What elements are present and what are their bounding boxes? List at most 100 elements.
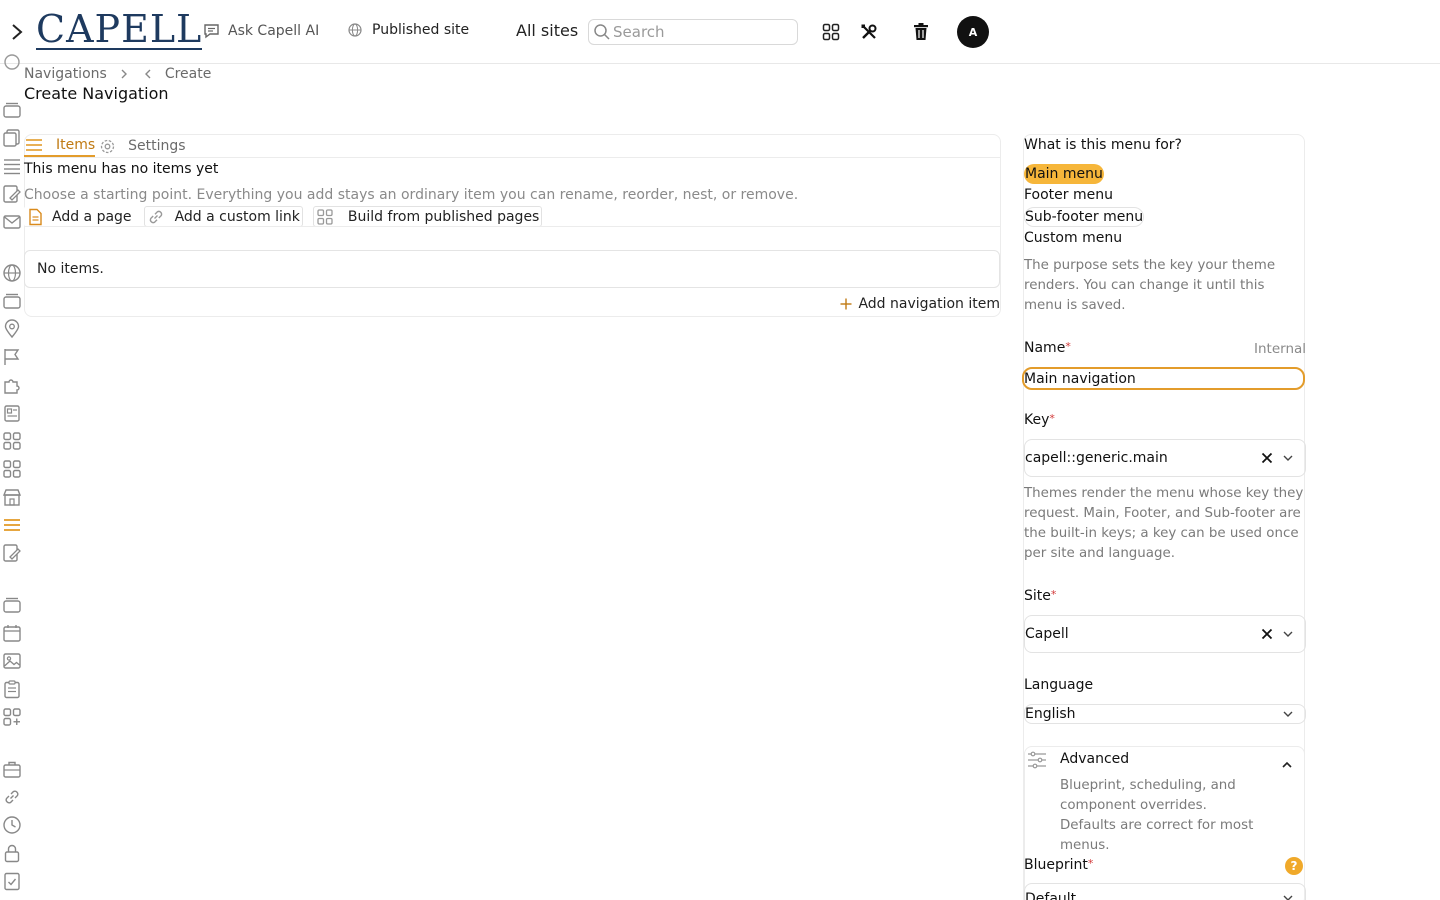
language-label: Language bbox=[1024, 677, 1094, 693]
globe-icon bbox=[348, 23, 362, 37]
delete-button[interactable] bbox=[912, 22, 930, 41]
plus-icon bbox=[840, 298, 852, 310]
storefront-icon[interactable] bbox=[2, 487, 22, 507]
apps-button[interactable] bbox=[822, 23, 840, 41]
chevron-down-icon[interactable] bbox=[1281, 451, 1295, 465]
location-pin-icon[interactable] bbox=[2, 319, 22, 339]
name-hint: Internal bbox=[1254, 341, 1307, 357]
clear-icon[interactable] bbox=[1261, 628, 1273, 640]
ask-ai-button[interactable]: Ask Capell AI bbox=[203, 22, 319, 39]
purpose-option-footer[interactable]: Footer menu bbox=[1024, 185, 1113, 205]
blueprint-label-text: Blueprint bbox=[1024, 857, 1088, 873]
menu-lines-icon[interactable] bbox=[2, 515, 22, 535]
site-select-value: Capell bbox=[1025, 626, 1069, 642]
grid-icon[interactable] bbox=[2, 431, 22, 451]
flag-icon[interactable] bbox=[2, 347, 22, 367]
items-list-empty: No items. bbox=[24, 250, 1000, 288]
key-select-controls bbox=[1261, 451, 1295, 465]
key-select[interactable]: capell::generic.main bbox=[1024, 439, 1306, 477]
advanced-title[interactable]: Advanced bbox=[1060, 751, 1129, 767]
brand-logo-text: CAPELL bbox=[36, 6, 203, 51]
link-icon[interactable] bbox=[2, 787, 22, 807]
menu-lines-icon bbox=[26, 139, 42, 151]
stack-icon[interactable] bbox=[2, 291, 22, 311]
site-select[interactable]: Capell bbox=[1024, 615, 1306, 653]
trash-icon bbox=[914, 23, 928, 40]
grid-plus-icon[interactable] bbox=[2, 707, 22, 727]
advanced-description-2: Defaults are correct for most menus. bbox=[1060, 818, 1254, 853]
chevron-right-icon bbox=[12, 24, 23, 40]
sidebar-rail bbox=[0, 54, 24, 900]
starter-actions: Add a page Add a custom link Build from … bbox=[24, 206, 543, 227]
blueprint-required-mark: * bbox=[1087, 857, 1094, 870]
chevron-up-icon[interactable] bbox=[1280, 758, 1294, 772]
key-required-mark: * bbox=[1049, 412, 1055, 425]
checklist-icon[interactable] bbox=[2, 871, 22, 891]
purpose-option-main-label: Main menu bbox=[1025, 166, 1103, 182]
search-input[interactable] bbox=[613, 23, 793, 41]
clipboard-icon[interactable] bbox=[2, 679, 22, 699]
build-from-pages-label: Build from published pages bbox=[347, 208, 540, 225]
image-icon[interactable] bbox=[2, 651, 22, 671]
circle-icon[interactable] bbox=[2, 52, 22, 72]
help-icon[interactable]: ? bbox=[1285, 857, 1303, 875]
purpose-option-subfooter-label: Sub-footer menu bbox=[1025, 209, 1144, 225]
blueprint-select[interactable]: Default bbox=[1024, 883, 1306, 900]
breadcrumb-navigations[interactable]: Navigations bbox=[24, 66, 107, 82]
grid-icon bbox=[317, 208, 333, 225]
link-icon bbox=[149, 210, 162, 223]
purpose-option-subfooter[interactable]: Sub-footer menu bbox=[1024, 207, 1145, 227]
grid-icon[interactable] bbox=[2, 459, 22, 479]
pages-icon[interactable] bbox=[2, 128, 22, 148]
name-input[interactable] bbox=[1024, 370, 1294, 387]
name-field[interactable] bbox=[1022, 367, 1305, 390]
purpose-option-custom[interactable]: Custom menu bbox=[1024, 228, 1122, 248]
clear-icon[interactable] bbox=[1261, 452, 1273, 464]
mail-icon[interactable] bbox=[2, 212, 22, 232]
calendar-icon[interactable] bbox=[2, 623, 22, 643]
clock-icon[interactable] bbox=[2, 815, 22, 835]
stack-icon[interactable] bbox=[2, 100, 22, 120]
chevron-right-icon bbox=[121, 69, 127, 79]
purpose-option-main[interactable]: Main menu bbox=[1024, 164, 1104, 184]
site-switcher[interactable]: All sites bbox=[516, 21, 578, 40]
edit-document-icon[interactable] bbox=[2, 184, 22, 204]
key-help-text: Themes render the menu whose key they re… bbox=[1024, 486, 1304, 561]
site-required-mark: * bbox=[1050, 588, 1057, 601]
page-title: Create Navigation bbox=[24, 84, 169, 103]
user-avatar[interactable]: A bbox=[957, 16, 989, 48]
build-from-pages-button[interactable]: Build from published pages bbox=[312, 206, 543, 227]
add-page-button[interactable]: Add a page bbox=[24, 206, 134, 227]
empty-state-title: This menu has no items yet bbox=[24, 161, 219, 177]
language-select[interactable]: English bbox=[1024, 704, 1306, 724]
breadcrumb: Navigations Create bbox=[24, 65, 211, 83]
search-icon bbox=[594, 24, 610, 40]
lock-icon[interactable] bbox=[2, 843, 22, 863]
tab-items[interactable]: Items bbox=[24, 135, 96, 157]
advanced-description: Blueprint, scheduling, and component ove… bbox=[1060, 778, 1236, 813]
site-switcher-label: All sites bbox=[516, 21, 579, 40]
tab-divider bbox=[24, 157, 1000, 158]
sidebar-toggle-button[interactable] bbox=[8, 22, 26, 42]
tab-settings[interactable]: Settings bbox=[99, 135, 186, 157]
stack-icon[interactable] bbox=[2, 595, 22, 615]
list-icon[interactable] bbox=[2, 156, 22, 176]
brand-logo[interactable]: CAPELL bbox=[36, 6, 203, 51]
chevron-down-icon[interactable] bbox=[1281, 627, 1295, 641]
edit-document-icon[interactable] bbox=[2, 543, 22, 563]
globe-icon[interactable] bbox=[2, 263, 22, 283]
add-navigation-item-button[interactable]: Add navigation item bbox=[840, 296, 1000, 312]
chevron-down-icon bbox=[1283, 711, 1293, 717]
puzzle-icon[interactable] bbox=[2, 375, 22, 395]
breadcrumb-create: Create bbox=[164, 66, 212, 82]
search-box[interactable] bbox=[588, 19, 798, 45]
briefcase-icon[interactable] bbox=[2, 759, 22, 779]
top-bar: CAPELL Ask Capell AI Published site All … bbox=[0, 0, 1440, 64]
newspaper-icon[interactable] bbox=[2, 403, 22, 423]
tools-button[interactable] bbox=[860, 23, 878, 41]
add-navigation-item-label: Add navigation item bbox=[858, 296, 1000, 312]
add-custom-link-button[interactable]: Add a custom link bbox=[143, 206, 303, 227]
chevron-left-icon[interactable] bbox=[141, 67, 155, 81]
published-site-button[interactable]: Published site bbox=[348, 22, 469, 38]
tab-items-label: Items bbox=[56, 137, 96, 153]
